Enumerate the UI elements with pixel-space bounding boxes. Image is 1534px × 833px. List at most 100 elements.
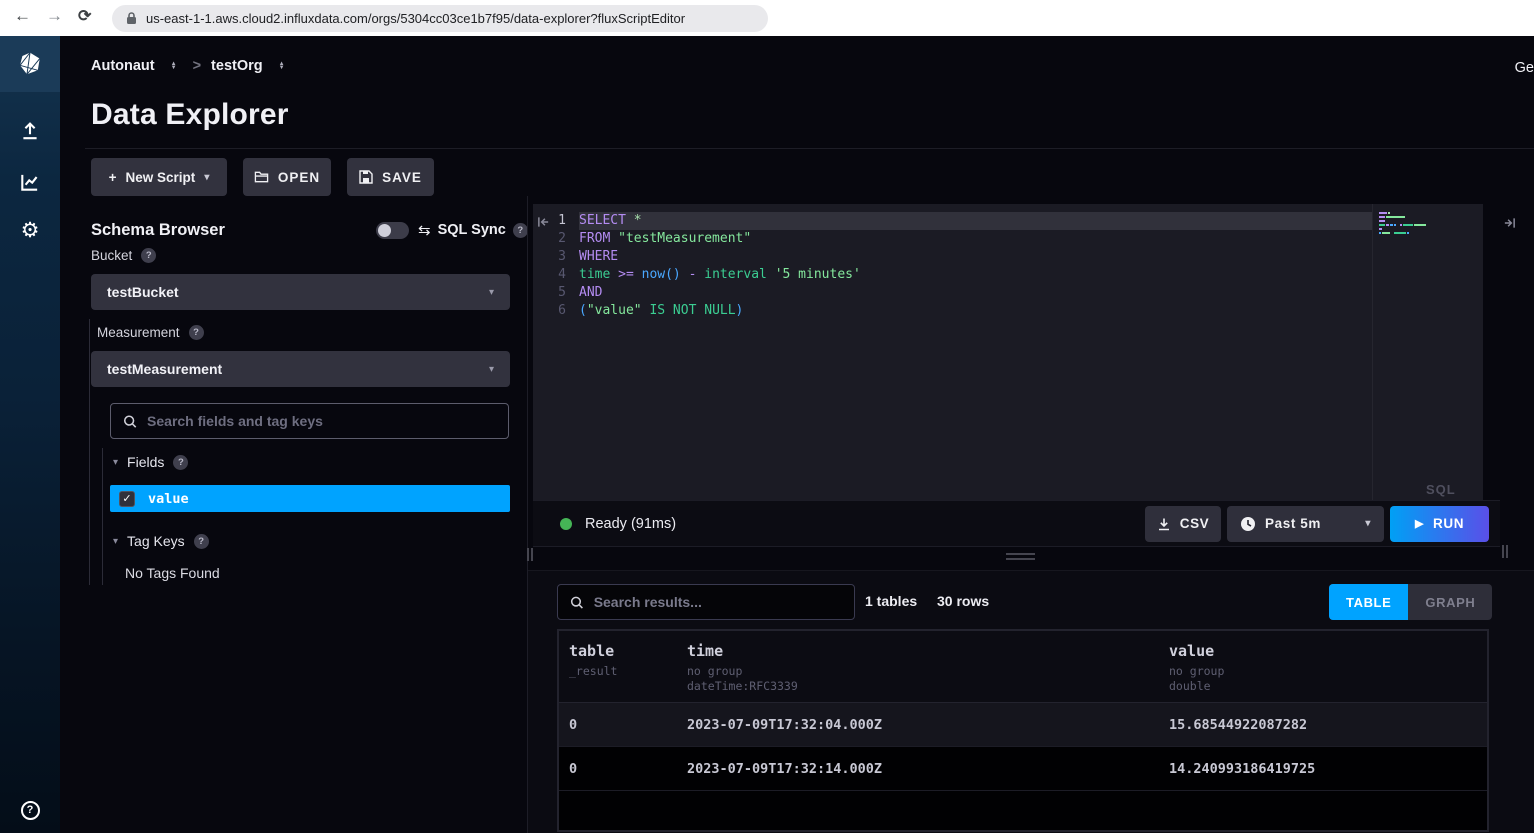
org-switcher-icon[interactable]: ▲ ▼ [171, 62, 177, 70]
code-line[interactable]: 5AND [533, 284, 1372, 302]
schema-search-input[interactable] [147, 413, 496, 429]
fields-help-icon[interactable]: ? [173, 455, 188, 470]
influxdb-logo[interactable] [0, 36, 60, 92]
tab-table[interactable]: TABLE [1329, 584, 1408, 620]
minimap-segment [1397, 224, 1399, 226]
results-search-box [557, 584, 855, 620]
line-number: 2 [533, 230, 579, 248]
rows-count: 30 rows [937, 593, 989, 609]
clock-icon [1240, 516, 1256, 532]
code-line[interactable]: 6("value" IS NOT NULL) [533, 302, 1372, 320]
right-resize-handle[interactable] [1502, 545, 1510, 563]
code-token: ( [579, 303, 587, 318]
bucket-dropdown[interactable]: testBucket ▾ [91, 274, 510, 310]
line-number: 3 [533, 248, 579, 266]
table-row[interactable]: 02023-07-09T17:32:04.000Z15.685449220872… [559, 703, 1487, 747]
bucket-value: testBucket [107, 284, 489, 300]
column-meta: dateTime:RFC3339 [687, 679, 1159, 694]
sql-sync-toggle[interactable] [376, 222, 409, 239]
code-token: time [579, 267, 618, 282]
bucket-help-icon[interactable]: ? [141, 248, 156, 263]
code-token: () [665, 267, 681, 282]
left-nav: ⚙ ? [0, 36, 60, 833]
left-resize-handle[interactable] [527, 548, 535, 566]
nav-item-data-explorer[interactable] [0, 165, 60, 199]
browser-back-button[interactable]: ← [14, 6, 31, 26]
address-bar[interactable]: us-east-1-1.aws.cloud2.influxdata.com/or… [112, 5, 768, 32]
tree-indent-guide [102, 448, 103, 585]
code-token: >= [618, 267, 641, 282]
breadcrumb-separator: > [193, 58, 201, 74]
field-checkbox[interactable]: ✓ [119, 491, 135, 507]
sql-sync-icon: ⇆ [418, 221, 431, 239]
time-range-dropdown[interactable]: Past 5m ▾ [1227, 506, 1384, 542]
csv-download-button[interactable]: CSV [1145, 506, 1221, 542]
sql-editor[interactable]: 1SELECT *2FROM "testMeasurement"3WHERE4t… [533, 204, 1483, 500]
collapse-right-icon[interactable] [1503, 216, 1516, 234]
table-cell: 2023-07-09T17:32:14.000Z [677, 761, 1159, 777]
code-token: interval [704, 267, 774, 282]
code-token: * [634, 213, 642, 228]
code-line[interactable]: 3WHERE [533, 248, 1372, 266]
upload-icon [19, 120, 41, 142]
breadcrumb-workspace[interactable]: testOrg [211, 58, 263, 74]
download-icon [1157, 517, 1171, 531]
save-disk-icon [359, 170, 373, 184]
minimap[interactable] [1379, 212, 1469, 236]
browser-forward-button[interactable]: → [46, 6, 63, 26]
play-icon: ▶ [1415, 517, 1424, 530]
column-meta: _result [569, 664, 677, 679]
save-button[interactable]: SAVE [347, 158, 434, 196]
search-icon [570, 595, 584, 610]
run-button[interactable]: ▶ RUN [1390, 506, 1489, 542]
results-search-input[interactable] [594, 594, 842, 610]
column-name: time [687, 642, 1159, 660]
code-text: SELECT * [579, 212, 1372, 230]
open-label: OPEN [278, 170, 320, 185]
code-text: WHERE [579, 248, 1372, 266]
measurement-label-row: Measurement ? [97, 325, 204, 340]
table-header: table_resulttimeno groupdateTime:RFC3339… [559, 631, 1487, 703]
minimap-segment [1391, 232, 1393, 234]
measurement-help-icon[interactable]: ? [189, 325, 204, 340]
workspace-switcher-icon[interactable]: ▲ ▼ [279, 62, 285, 70]
field-item[interactable]: ✓value [110, 485, 510, 512]
tag-keys-collapse-icon[interactable]: ▾ [113, 536, 118, 547]
nav-item-settings[interactable]: ⚙ [0, 213, 60, 247]
column-name: table [569, 642, 677, 660]
header-right-truncated-text[interactable]: Get [1515, 60, 1534, 76]
code-line[interactable]: 1SELECT * [533, 212, 1372, 230]
tag-keys-help-icon[interactable]: ? [194, 534, 209, 549]
code-token: ) [736, 303, 744, 318]
column-name: value [1169, 642, 1487, 660]
code-line[interactable]: 4time >= now() - interval '5 minutes' [533, 266, 1372, 284]
horizontal-resize-handle[interactable] [1006, 553, 1035, 563]
code-text: AND [579, 284, 1372, 302]
column-meta: no group [1169, 664, 1487, 679]
column-meta: no group [687, 664, 1159, 679]
table-row[interactable]: 02023-07-09T17:32:14.000Z14.240993186419… [559, 747, 1487, 791]
field-list: ✓value [110, 485, 510, 512]
code-line[interactable]: 2FROM "testMeasurement" [533, 230, 1372, 248]
tab-graph[interactable]: GRAPH [1408, 584, 1492, 620]
sql-sync-help-icon[interactable]: ? [513, 223, 528, 238]
measurement-label: Measurement [97, 325, 180, 340]
table-cell: 0 [559, 761, 677, 777]
status-text: Ready (91ms) [585, 516, 676, 532]
minimap-segment [1394, 224, 1396, 226]
title-divider [85, 148, 1534, 149]
code-token: IS NOT NULL [649, 303, 735, 318]
sort-down-icon: ▼ [171, 66, 177, 70]
new-script-button[interactable]: + New Script ▾ [91, 158, 227, 196]
search-icon [123, 414, 137, 429]
fields-collapse-icon[interactable]: ▾ [113, 457, 118, 468]
code-token: '5 minutes' [775, 267, 861, 282]
fields-label: Fields [127, 454, 164, 470]
browser-reload-button[interactable]: ⟳ [78, 6, 91, 26]
nav-item-load-data[interactable] [0, 114, 60, 148]
open-button[interactable]: OPEN [243, 158, 331, 196]
breadcrumb-org[interactable]: Autonaut [91, 58, 155, 74]
measurement-dropdown[interactable]: testMeasurement ▾ [91, 351, 510, 387]
code-text: ("value" IS NOT NULL) [579, 302, 1372, 320]
nav-item-help[interactable]: ? [0, 793, 60, 827]
